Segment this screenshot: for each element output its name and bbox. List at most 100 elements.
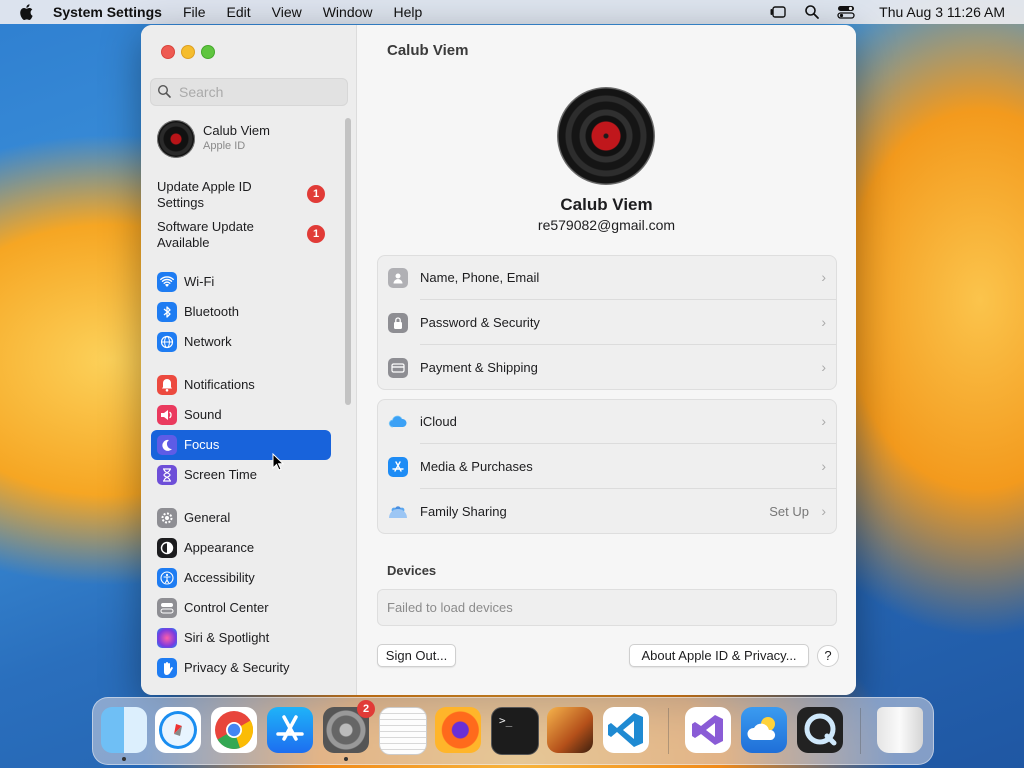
minimize-window-button[interactable]: [181, 45, 195, 59]
dock-quicktime-icon[interactable]: [797, 707, 843, 753]
dock-weather-icon[interactable]: [741, 707, 787, 753]
row-label: Payment & Shipping: [420, 360, 538, 375]
row-payment-shipping[interactable]: Payment & Shipping ›: [378, 346, 836, 390]
dock-visual-studio-icon[interactable]: [685, 707, 731, 753]
sidebar-item-label: Notifications: [184, 377, 255, 392]
sidebar-item-label: Screen Time: [184, 467, 257, 482]
sidebar-item-accessibility[interactable]: Accessibility: [151, 563, 331, 593]
profile-name: Calub Viem: [560, 195, 653, 214]
notice-badge: 1: [307, 185, 325, 203]
sidebar-item-bluetooth[interactable]: Bluetooth: [151, 297, 331, 327]
row-divider: [420, 299, 836, 300]
sidebar-item-wifi[interactable]: Wi-Fi: [151, 267, 331, 297]
row-name-phone-email[interactable]: Name, Phone, Email ›: [378, 256, 836, 300]
sidebar-item-label: Control Center: [184, 600, 269, 615]
dock-finder-icon[interactable]: [101, 707, 147, 753]
zoom-window-button[interactable]: [201, 45, 215, 59]
row-divider: [420, 488, 836, 489]
close-window-button[interactable]: [161, 45, 175, 59]
family-sharing-icon: [388, 502, 408, 522]
chevron-right-icon: ›: [821, 269, 826, 285]
menu-file[interactable]: File: [183, 4, 206, 20]
sidebar-item-sound[interactable]: Sound: [151, 400, 331, 430]
row-label: iCloud: [420, 414, 457, 429]
menu-bar: System Settings File Edit View Window He…: [0, 0, 1024, 24]
apple-id-pane: Calub Viem Calub Viem re579082@gmail.com…: [357, 25, 856, 695]
icloud-icon: [388, 412, 408, 432]
chevron-right-icon: ›: [821, 413, 826, 429]
sidebar-item-network[interactable]: Network: [151, 327, 331, 357]
devices-error-message: Failed to load devices: [387, 600, 513, 615]
sidebar-item-control-center[interactable]: Control Center: [151, 593, 331, 623]
sidebar-item-label: Accessibility: [184, 570, 255, 585]
wifi-icon: [157, 272, 177, 292]
dock-settings-badge: 2: [357, 700, 375, 718]
family-sharing-setup-text: Set Up: [769, 504, 809, 519]
sidebar-item-screen-time[interactable]: Screen Time: [151, 460, 331, 490]
sidebar: Search Calub Viem Apple ID Update Apple …: [141, 25, 357, 695]
menu-view[interactable]: View: [272, 4, 302, 20]
chevron-right-icon: ›: [821, 314, 826, 330]
help-button[interactable]: ?: [817, 645, 839, 667]
chevron-right-icon: ›: [821, 503, 826, 519]
devices-list: Failed to load devices: [377, 589, 837, 626]
row-password-security[interactable]: Password & Security ›: [378, 301, 836, 345]
app-store-icon: [388, 457, 408, 477]
notice-label: Update Apple ID Settings: [157, 179, 252, 210]
dock-chrome-icon[interactable]: [211, 707, 257, 753]
row-divider: [420, 443, 836, 444]
sidebar-item-label: General: [184, 510, 231, 525]
spotlight-search-icon[interactable]: [803, 4, 821, 20]
menu-help[interactable]: Help: [394, 4, 423, 20]
account-name: Calub Viem: [203, 123, 270, 138]
dock-vscode-icon[interactable]: [603, 707, 649, 753]
account-settings-group: Name, Phone, Email › Password & Security…: [377, 255, 837, 390]
account-subtitle: Apple ID: [203, 140, 246, 152]
sidebar-item-focus[interactable]: Focus: [151, 430, 331, 460]
dock-app-store-icon[interactable]: [267, 707, 313, 753]
focus-moon-icon: [157, 435, 177, 455]
sidebar-scrollbar[interactable]: [345, 118, 351, 405]
row-media-purchases[interactable]: Media & Purchases ›: [378, 445, 836, 489]
dock-safari-icon[interactable]: [155, 707, 201, 753]
dock-running-indicator: [344, 757, 348, 761]
sidebar-item-appearance[interactable]: Appearance: [151, 533, 331, 563]
menu-app-name[interactable]: System Settings: [53, 4, 162, 20]
person-icon: [388, 268, 408, 288]
dock-terminal-icon[interactable]: >_: [491, 707, 539, 755]
menu-clock[interactable]: Thu Aug 3 11:26 AM: [879, 4, 1005, 20]
bluetooth-icon: [157, 302, 177, 322]
network-globe-icon: [157, 332, 177, 352]
dock: 2 >_: [92, 697, 934, 765]
chevron-right-icon: ›: [821, 359, 826, 375]
appearance-icon: [157, 538, 177, 558]
page-title: Calub Viem: [387, 42, 469, 59]
sidebar-search-field[interactable]: Search: [150, 78, 348, 106]
menu-edit[interactable]: Edit: [227, 4, 251, 20]
devices-heading: Devices: [387, 563, 437, 578]
row-family-sharing[interactable]: Family Sharing Set Up ›: [378, 490, 836, 534]
profile-email: re579082@gmail.com: [537, 217, 676, 233]
dock-textedit-icon[interactable]: [379, 707, 427, 755]
sidebar-item-general[interactable]: General: [151, 503, 331, 533]
row-icloud[interactable]: iCloud ›: [378, 400, 836, 444]
about-apple-id-privacy-button[interactable]: About Apple ID & Privacy...: [629, 644, 809, 667]
privacy-hand-icon: [157, 658, 177, 678]
dock-garageband-icon[interactable]: [547, 707, 593, 753]
dock-firefox-icon[interactable]: [435, 707, 481, 753]
stage-manager-icon[interactable]: [769, 4, 787, 20]
profile-avatar[interactable]: [557, 87, 655, 185]
control-center-toggle-icon[interactable]: [837, 4, 855, 20]
sidebar-item-siri-spotlight[interactable]: Siri & Spotlight: [151, 623, 331, 653]
sign-out-button[interactable]: Sign Out...: [377, 644, 456, 667]
notice-label: Software Update Available: [157, 219, 254, 250]
apple-logo-icon[interactable]: [19, 4, 33, 20]
sidebar-item-notifications[interactable]: Notifications: [151, 370, 331, 400]
control-center-icon: [157, 598, 177, 618]
dock-separator: [668, 708, 669, 754]
gear-icon: [157, 508, 177, 528]
dock-trash-icon[interactable]: [877, 707, 923, 753]
sidebar-item-label: Focus: [184, 437, 220, 452]
menu-window[interactable]: Window: [323, 4, 373, 20]
sidebar-item-privacy-security[interactable]: Privacy & Security: [151, 653, 331, 683]
